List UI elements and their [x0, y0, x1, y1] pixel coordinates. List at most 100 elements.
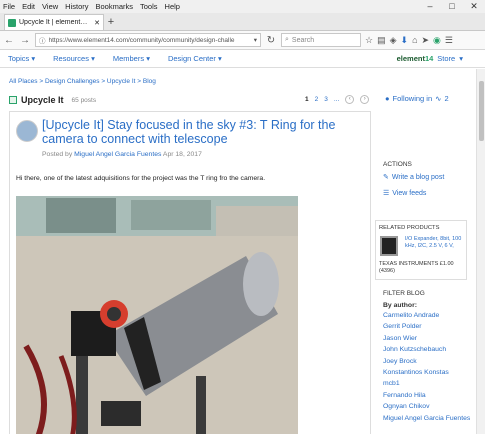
maximize-icon[interactable]: □ — [441, 0, 463, 13]
url-text: https://www.element14.com/community/comm… — [48, 36, 235, 44]
post-title[interactable]: [Upcycle It] Stay focused in the sky #3:… — [42, 118, 367, 146]
menu-bookmarks[interactable]: Bookmarks — [96, 0, 134, 13]
dropdown-icon[interactable]: ▾ — [254, 36, 257, 44]
activity-icon: ∿ — [435, 94, 442, 103]
page-1[interactable]: 1 — [305, 96, 309, 103]
new-tab-icon[interactable]: + — [104, 14, 118, 30]
view-feeds-label: View feeds — [392, 189, 427, 197]
related-products-box: RELATED PRODUCTS I/O Expander, 8bit, 100… — [375, 220, 467, 280]
pocket-icon[interactable]: ◈ — [390, 35, 397, 46]
menu-history[interactable]: History — [65, 0, 88, 13]
related-products-heading: RELATED PRODUCTS — [379, 225, 440, 231]
close-icon[interactable]: ✕ — [463, 0, 485, 13]
menu-help[interactable]: Help — [165, 0, 180, 13]
following-dot-icon: ● — [385, 94, 390, 103]
author-link[interactable]: Konstantinos Konstas — [383, 367, 475, 378]
menu-tools[interactable]: Tools — [140, 0, 158, 13]
address-bar[interactable]: ⓘ https://www.element14.com/community/co… — [35, 33, 261, 47]
scrollbar[interactable] — [476, 69, 485, 434]
download-icon[interactable]: ⬇ — [401, 35, 409, 46]
write-blog-post-link[interactable]: ✎ Write a blog post — [383, 173, 445, 182]
info-icon[interactable]: ⓘ — [39, 35, 46, 45]
page-ellipsis: ... — [333, 96, 340, 103]
rss-icon: ☰ — [383, 190, 390, 197]
telescope-photo — [16, 196, 298, 434]
minimize-icon[interactable]: – — [419, 0, 441, 13]
author-link[interactable]: Jason Wier — [383, 333, 475, 344]
browser-tab[interactable]: Upcycle It | element14 | U... ✕ — [4, 14, 104, 30]
menu-view[interactable]: View — [42, 0, 58, 13]
search-placeholder: Search — [291, 36, 315, 44]
back-icon[interactable]: ← — [3, 35, 15, 46]
breadcrumb[interactable]: All Places > Design Challenges > Upcycle… — [9, 78, 156, 85]
store-link[interactable]: element14 Store ▾ — [397, 54, 463, 63]
pagination: 1 2 3 ... ‹ › — [305, 95, 370, 104]
product-description[interactable]: I/O Expander, 8bit, 100 kHz, I2C, 2.5 V,… — [405, 236, 465, 250]
scrollbar-thumb[interactable] — [479, 81, 484, 141]
author-link[interactable]: Gerrit Polder — [383, 321, 475, 332]
reader-icon[interactable]: ▤ — [377, 35, 386, 46]
author-link[interactable]: Ognyan Chikov — [383, 401, 475, 412]
site-navigation: Topics ▾ Resources ▾ Members ▾ Design Ce… — [0, 50, 485, 68]
window-controls: – □ ✕ — [419, 0, 485, 13]
author-list: Carmelito Andrade Gerrit Polder Jason Wi… — [383, 310, 475, 423]
author-link[interactable]: Fernando Hila — [383, 390, 475, 401]
by-author-label: By author: — [383, 302, 417, 309]
author-link[interactable]: Miguel Angel Garcia Fuentes — [383, 415, 475, 423]
pencil-icon: ✎ — [383, 174, 389, 181]
reload-icon[interactable]: ↻ — [265, 35, 277, 46]
send-icon[interactable]: ➤ — [422, 35, 430, 46]
search-icon: ⌕ — [285, 36, 289, 43]
store-label: Store — [437, 54, 456, 63]
view-feeds-link[interactable]: ☰ View feeds — [383, 189, 427, 198]
nav-resources[interactable]: Resources ▾ — [53, 54, 95, 63]
nav-topics[interactable]: Topics ▾ — [8, 54, 35, 63]
write-blog-post-label: Write a blog post — [391, 173, 445, 181]
menu-file[interactable]: File — [3, 0, 15, 13]
menu-edit[interactable]: Edit — [22, 0, 35, 13]
toolbar-icons: ☆ ▤ ◈ ⬇ ⌂ ➤ ◉ ☰ — [365, 35, 453, 46]
search-input[interactable]: ⌕ Search — [281, 33, 361, 47]
tab-close-icon[interactable]: ✕ — [94, 19, 100, 27]
page-content: All Places > Design Challenges > Upcycle… — [0, 69, 476, 434]
product-vendor: TEXAS INSTRUMENTS £1.00 (4396) — [379, 261, 454, 274]
author-link[interactable]: John Kutzschebauch — [383, 344, 475, 355]
element14-logo: element14 — [396, 54, 434, 63]
actions-heading: ACTIONS — [383, 161, 412, 168]
author-avatar[interactable] — [16, 120, 38, 142]
forward-icon[interactable]: → — [19, 35, 31, 46]
author-link[interactable]: mcb1 — [383, 378, 475, 389]
prev-page-icon[interactable]: ‹ — [345, 95, 355, 104]
author-link[interactable]: Joey Brock — [383, 356, 475, 367]
posted-by-label: Posted by — [42, 151, 73, 158]
chevron-down-icon: ▾ — [459, 54, 463, 63]
tab-bar: Upcycle It | element14 | U... ✕ + — [0, 13, 485, 31]
bookmark-star-icon[interactable]: ☆ — [365, 35, 373, 46]
filter-blog-heading: FILTER BLOG — [383, 290, 425, 297]
home-icon[interactable]: ⌂ — [412, 35, 417, 46]
post-date: Apr 18, 2017 — [162, 151, 202, 158]
photo-image — [16, 196, 298, 434]
post-body: Hi there, one of the latest adquisitions… — [16, 175, 266, 182]
following-label: Following in — [392, 94, 433, 103]
page-2[interactable]: 2 — [315, 96, 319, 103]
tab-title: Upcycle It | element14 | U... — [19, 19, 91, 26]
nav-design-center[interactable]: Design Center ▾ — [168, 54, 222, 63]
author-link[interactable]: Carmelito Andrade — [383, 310, 475, 321]
blog-post: [Upcycle It] Stay focused in the sky #3:… — [9, 111, 371, 434]
navigation-bar: ← → ⓘ https://www.element14.com/communit… — [0, 31, 485, 50]
post-count: 65 posts — [71, 96, 97, 104]
nav-members[interactable]: Members ▾ — [113, 54, 150, 63]
extension-icon[interactable]: ◉ — [433, 35, 441, 46]
post-author-link[interactable]: Miguel Angel Garcia Fuentes — [74, 151, 161, 158]
page-3[interactable]: 3 — [324, 96, 328, 103]
following-count: 2 — [444, 94, 449, 103]
following-button[interactable]: ● Following in ∿ 2 — [385, 94, 449, 103]
post-meta: Posted by Miguel Angel Garcia Fuentes Ap… — [42, 151, 202, 158]
blog-icon — [9, 96, 17, 104]
next-page-icon[interactable]: › — [360, 95, 370, 104]
menu-icon[interactable]: ☰ — [445, 35, 453, 46]
blog-title[interactable]: Upcycle It — [21, 95, 64, 105]
site-favicon-icon — [8, 18, 16, 27]
product-chip-icon[interactable] — [380, 236, 398, 256]
